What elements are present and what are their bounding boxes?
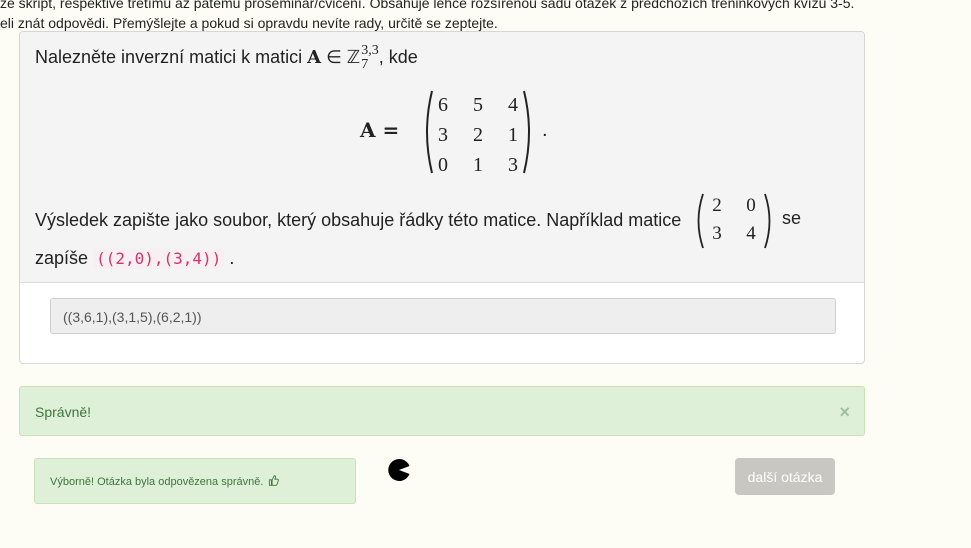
example-cell: 2	[712, 195, 722, 216]
example-code: ((2,0),(3,4))	[93, 248, 225, 269]
equation-dot: .	[542, 119, 548, 141]
question-text: Nalezněte inverzní matici k matici A ∈ ℤ…	[35, 44, 418, 72]
success-alert: Správně! ×	[19, 386, 865, 436]
integer-ring-symbol: ℤ	[346, 46, 361, 67]
intro-line-2: eli znát odpovědi. Přemýšlejte a pokud s…	[0, 15, 498, 31]
feedback-box: Výborně! Otázka byla odpovězena správně.	[34, 458, 356, 504]
ring-superscript: 3,3	[361, 43, 379, 58]
example-line: zapíše ((2,0),(3,4)) .	[35, 248, 234, 269]
ring-subscript: 7	[361, 57, 369, 72]
close-icon[interactable]: ×	[839, 387, 850, 437]
right-parenthesis	[764, 193, 771, 249]
zapise-text: zapíše	[35, 248, 89, 268]
result-se: se	[782, 208, 802, 228]
question-prefix: Nalezněte inverzní matici k matici	[35, 46, 308, 67]
matrix-symbol: A	[307, 46, 322, 68]
feedback-text: Výborně! Otázka byla odpovězena správně.	[50, 476, 264, 488]
equation-lhs-text: A =	[360, 118, 400, 142]
element-of-symbol: ∈	[326, 46, 342, 67]
next-question-button[interactable]: další otázka	[735, 458, 835, 495]
matrix-cell: 6	[438, 94, 448, 116]
example-cell: 3	[712, 223, 722, 244]
intro-line-1: ze skript, respektive třetímu až pátému …	[0, 0, 855, 11]
matrix-cell: 0	[438, 154, 448, 176]
matrix-cell: 2	[473, 124, 483, 146]
matrix-cell: 5	[473, 94, 483, 116]
matrix-cell: 1	[473, 154, 483, 176]
right-parenthesis	[523, 90, 530, 174]
matrix-cell: 3	[438, 124, 448, 146]
example-cell: 0	[746, 195, 756, 216]
result-instruction: Výsledek zapište jako soubor, který obsa…	[35, 210, 682, 230]
example-dot: .	[229, 248, 235, 268]
question-body: Nalezněte inverzní matici k matici A ∈ ℤ…	[20, 32, 864, 283]
example-cell: 4	[746, 223, 756, 244]
success-alert-text: Správně!	[35, 404, 92, 420]
question-suffix: , kde	[378, 46, 418, 67]
intro-text: ze skript, respektive třetímu až pátému …	[0, 0, 971, 33]
example-matrix: 2 0 3 4	[693, 192, 775, 250]
question-card: Nalezněte inverzní matici k matici A ∈ ℤ…	[19, 31, 865, 364]
equation-lhs: A =	[360, 118, 399, 143]
thumbs-up-icon	[269, 475, 280, 486]
loading-spinner-icon	[388, 459, 410, 481]
left-parenthesis	[697, 193, 704, 249]
answer-input[interactable]: ((3,6,1),(3,1,5),(6,2,1))	[50, 298, 836, 334]
